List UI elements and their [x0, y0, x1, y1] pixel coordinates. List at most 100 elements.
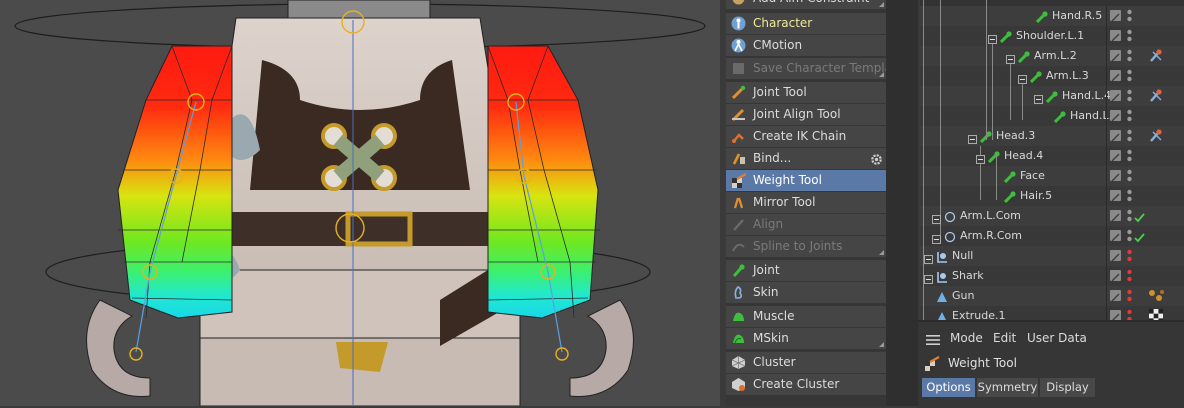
object-row-arm-r-com[interactable]: Arm.R.Com: [920, 226, 1184, 246]
menu-item-create-ik-chain[interactable]: Create IK Chain: [726, 126, 886, 147]
object-row-hair-5[interactable]: Hair.5: [920, 186, 1184, 206]
menu-item-bind[interactable]: Bind...: [726, 148, 886, 169]
visibility-dots-icon[interactable]: [1127, 29, 1132, 43]
menu-item-mirror-tool[interactable]: Mirror Tool: [726, 192, 886, 213]
ik-tag-icon[interactable]: [1148, 128, 1164, 144]
object-row-shark[interactable]: Shark: [920, 266, 1184, 286]
menu-item-joint-align-tool[interactable]: Joint Align Tool: [726, 104, 886, 125]
expand-toggle-icon[interactable]: [1034, 91, 1043, 104]
layer-toggle-icon[interactable]: [1110, 230, 1121, 242]
layer-toggle-icon[interactable]: [1110, 30, 1121, 42]
object-row-null[interactable]: Null: [920, 246, 1184, 266]
object-row-arm-l-com[interactable]: Arm.L.Com: [920, 206, 1184, 226]
object-row-head-3[interactable]: Head.3: [920, 126, 1184, 146]
expand-toggle-icon[interactable]: [976, 151, 985, 164]
tab-options[interactable]: Options: [922, 378, 976, 397]
visibility-dots-icon[interactable]: [1127, 69, 1132, 83]
object-label: Hair.5: [1020, 189, 1053, 202]
visibility-dots-icon[interactable]: [1127, 309, 1132, 320]
attribute-title-row: Weight Tool: [918, 353, 1184, 373]
menu-item-label: Mirror Tool: [753, 195, 816, 209]
menu-item-cluster[interactable]: Cluster: [726, 352, 886, 373]
menu-item-muscle[interactable]: Muscle: [726, 306, 886, 327]
align-icon: [731, 217, 746, 232]
object-row-hand-l-5[interactable]: Hand.L.5: [920, 106, 1184, 126]
column-divider: [1106, 206, 1107, 226]
menu-item-joint[interactable]: Joint: [726, 260, 886, 281]
viewport-canvas[interactable]: [0, 0, 720, 406]
ik-tag-icon[interactable]: [1148, 48, 1164, 64]
visibility-dots-icon[interactable]: [1127, 169, 1132, 183]
visibility-dots-icon[interactable]: [1127, 129, 1132, 143]
check-icon[interactable]: [1134, 230, 1145, 243]
menu-item-character[interactable]: Character: [726, 13, 886, 34]
object-label: Arm.R.Com: [960, 229, 1022, 242]
tab-display[interactable]: Display: [1040, 378, 1096, 397]
visibility-dots-icon[interactable]: [1127, 209, 1132, 223]
object-row-arm-l-2[interactable]: Arm.L.2: [920, 46, 1184, 66]
layer-toggle-icon[interactable]: [1110, 190, 1121, 202]
layer-toggle-icon[interactable]: [1110, 10, 1121, 22]
submenu-corner-icon: [879, 250, 884, 255]
object-row-gun[interactable]: Gun: [920, 286, 1184, 306]
menu-mode[interactable]: Mode: [950, 328, 983, 348]
column-divider: [1106, 86, 1107, 106]
polygon-object-icon: [936, 290, 948, 302]
visibility-dots-icon[interactable]: [1127, 229, 1132, 243]
expand-toggle-icon[interactable]: [932, 231, 941, 244]
menu-item-cmotion[interactable]: CMotion: [726, 35, 886, 56]
layer-toggle-icon[interactable]: [1110, 90, 1121, 102]
menu-item-joint-tool[interactable]: Joint Tool: [726, 82, 886, 103]
object-row-extrude-1[interactable]: Extrude.1: [920, 306, 1184, 320]
texture-tag-icon[interactable]: [1148, 288, 1164, 304]
visibility-dots-icon[interactable]: [1127, 89, 1132, 103]
layer-toggle-icon[interactable]: [1110, 210, 1121, 222]
expand-toggle-icon[interactable]: [924, 271, 933, 284]
expand-toggle-icon[interactable]: [988, 31, 997, 44]
object-row-hand-r-5[interactable]: Hand.R.5: [920, 6, 1184, 26]
visibility-dots-icon[interactable]: [1127, 149, 1132, 163]
menu-item-skin[interactable]: Skin: [726, 282, 886, 303]
expand-toggle-icon[interactable]: [932, 211, 941, 224]
expand-toggle-icon[interactable]: [968, 131, 977, 144]
ik-tag-icon[interactable]: [1148, 88, 1164, 104]
object-row-head-4[interactable]: Head.4: [920, 146, 1184, 166]
checker-texture-tag-icon[interactable]: [1148, 308, 1164, 320]
visibility-dots-icon[interactable]: [1127, 289, 1132, 303]
hamburger-icon[interactable]: [926, 332, 940, 345]
visibility-dots-icon[interactable]: [1127, 189, 1132, 203]
menu-edit[interactable]: Edit: [993, 328, 1016, 348]
layer-toggle-icon[interactable]: [1110, 310, 1121, 320]
expand-toggle-icon[interactable]: [924, 251, 933, 264]
layer-toggle-icon[interactable]: [1110, 290, 1121, 302]
visibility-dots-icon[interactable]: [1127, 249, 1132, 263]
menu-item-create-cluster[interactable]: Create Cluster: [726, 374, 886, 395]
object-manager[interactable]: Hand.R.5 Shoulder.L.1 Arm.L.2 Arm.L.3 Hand.L…: [920, 0, 1184, 320]
layer-toggle-icon[interactable]: [1110, 170, 1121, 182]
menu-item-weight-tool[interactable]: Weight Tool: [726, 170, 886, 191]
object-row-arm-l-3[interactable]: Arm.L.3: [920, 66, 1184, 86]
layer-toggle-icon[interactable]: [1110, 150, 1121, 162]
visibility-dots-icon[interactable]: [1127, 9, 1132, 23]
layer-toggle-icon[interactable]: [1110, 270, 1121, 282]
expand-toggle-icon[interactable]: [1006, 51, 1015, 64]
visibility-dots-icon[interactable]: [1127, 109, 1132, 123]
menu-user-data[interactable]: User Data: [1027, 328, 1087, 348]
visibility-dots-icon[interactable]: [1127, 49, 1132, 63]
layer-toggle-icon[interactable]: [1110, 130, 1121, 142]
object-row-shoulder-l-1[interactable]: Shoulder.L.1: [920, 26, 1184, 46]
visibility-dots-icon[interactable]: [1127, 269, 1132, 283]
gear-icon[interactable]: [870, 152, 883, 165]
expand-toggle-icon[interactable]: [1018, 71, 1027, 84]
menu-item-add-aim-constraint[interactable]: Add Aim Constraint: [726, 0, 886, 9]
tab-symmetry[interactable]: Symmetry: [977, 378, 1039, 397]
layer-toggle-icon[interactable]: [1110, 110, 1121, 122]
viewport-3d[interactable]: [0, 0, 720, 406]
layer-toggle-icon[interactable]: [1110, 250, 1121, 262]
check-icon[interactable]: [1134, 210, 1145, 223]
layer-toggle-icon[interactable]: [1110, 50, 1121, 62]
object-row-face[interactable]: Face: [920, 166, 1184, 186]
menu-item-mskin[interactable]: MSkin: [726, 328, 886, 349]
layer-toggle-icon[interactable]: [1110, 70, 1121, 82]
object-row-hand-l-4[interactable]: Hand.L.4: [920, 86, 1184, 106]
